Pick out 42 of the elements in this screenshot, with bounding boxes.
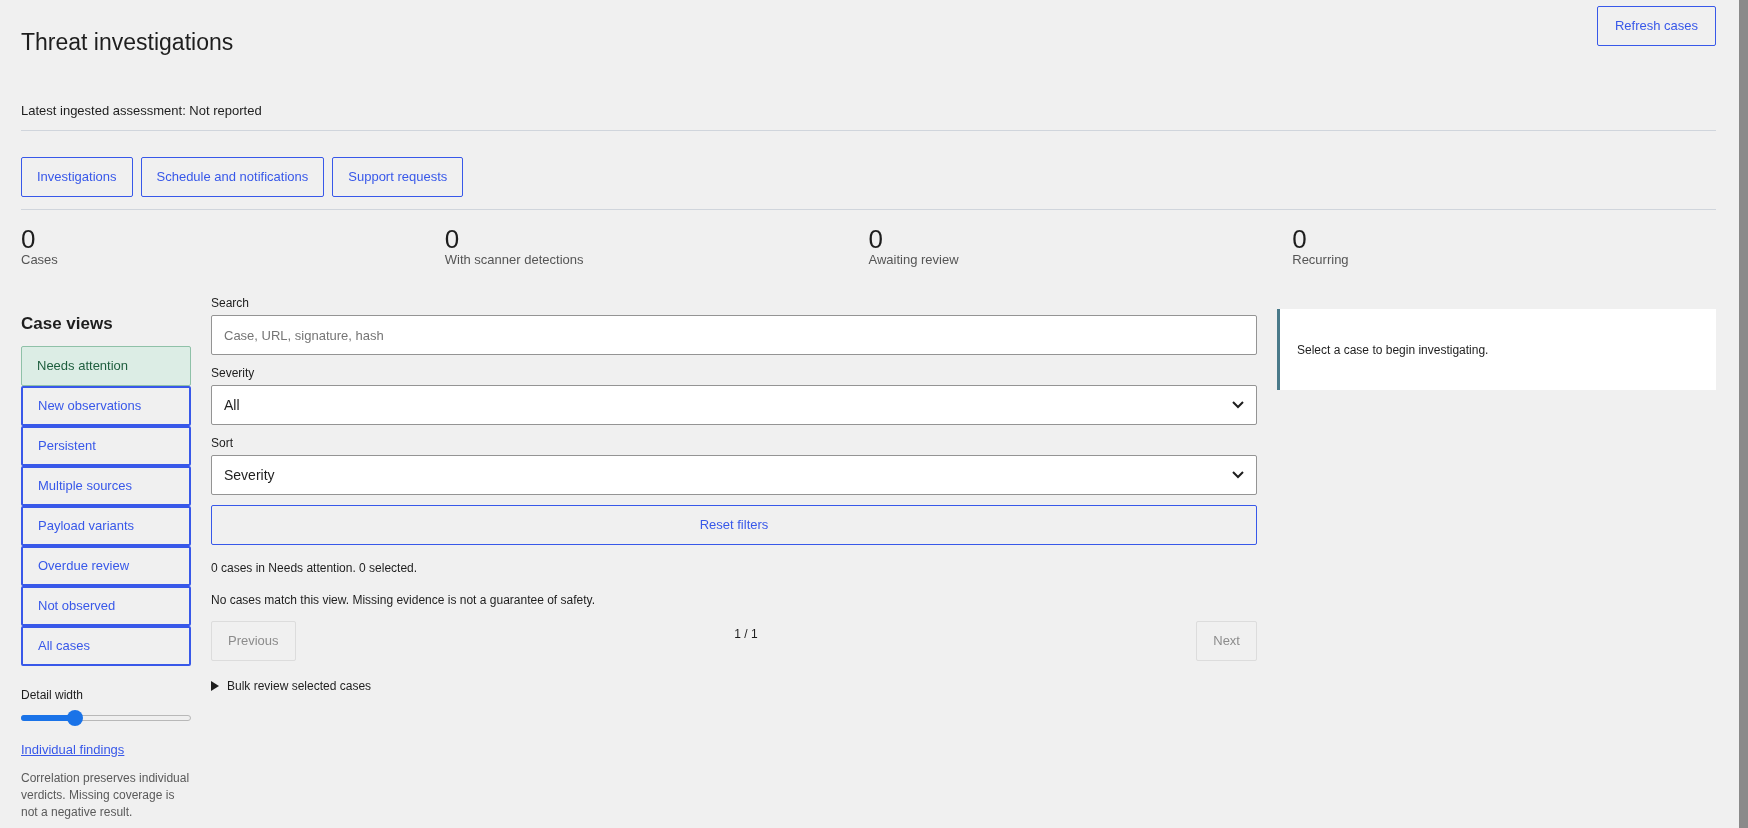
chevron-down-icon xyxy=(1232,401,1244,409)
sidebar-heading: Case views xyxy=(21,313,114,335)
page-title: Threat investigations xyxy=(21,28,234,57)
bulk-review-toggle[interactable]: Bulk review selected cases xyxy=(211,677,372,695)
assessment-status: Latest ingested assessment: Not reported xyxy=(21,102,263,120)
detail-width-slider[interactable] xyxy=(21,710,191,726)
detail-placeholder-text: Select a case to begin investigating. xyxy=(1297,341,1489,359)
individual-findings-link[interactable]: Individual findings xyxy=(21,740,191,760)
search-field[interactable]: Case, URL, signature, hash xyxy=(211,315,1257,355)
case-view-tab[interactable]: Multiple sources xyxy=(21,466,191,506)
chevron-down-icon xyxy=(1232,471,1244,479)
case-view-tab[interactable]: Payload variants xyxy=(21,506,191,546)
stat-label: With scanner detections xyxy=(444,252,584,268)
case-view-tab[interactable]: Not observed xyxy=(21,586,191,626)
refresh-button[interactable]: Refresh cases xyxy=(1596,6,1716,46)
case-view-tab[interactable]: All cases xyxy=(21,626,191,666)
case-view-tab[interactable]: Needs attention xyxy=(21,346,191,386)
case-view-tab[interactable]: Persistent xyxy=(21,426,191,466)
stat-value: 0 xyxy=(21,226,36,252)
stat-label: Cases xyxy=(21,252,58,268)
search-label: Search xyxy=(211,295,251,311)
stat-label: Awaiting review xyxy=(868,252,959,268)
case-view-tab[interactable]: New observations xyxy=(21,386,191,426)
page-indicator: 1 / 1 xyxy=(734,626,758,643)
nav-button[interactable]: Support requests xyxy=(332,157,464,197)
scrollbar[interactable] xyxy=(1739,0,1748,828)
stat-value: 0 xyxy=(868,226,883,252)
results-summary: 0 cases in Needs attention. 0 selected. xyxy=(211,560,419,577)
stat-label: Recurring xyxy=(1292,252,1349,268)
stat-value: 0 xyxy=(444,226,460,252)
sort-label: Sort xyxy=(211,435,234,451)
nav-button[interactable]: Investigations xyxy=(21,157,133,197)
reset-filters-button[interactable]: Reset filters xyxy=(211,505,1257,545)
filter-dropdown[interactable]: Severity xyxy=(211,455,1257,495)
coverage-note: Correlation preserves individual verdicts. Missing coverage is not a negative result. xyxy=(21,769,191,821)
stat-value: 0 xyxy=(1292,226,1307,252)
case-view-tab[interactable]: Overdue review xyxy=(21,546,191,586)
empty-message: No cases match this view. Missing evidence is not a guarantee of safety. xyxy=(211,592,596,609)
nav-button[interactable]: Schedule and notifications xyxy=(140,157,325,197)
filter-dropdown[interactable]: All xyxy=(211,385,1257,425)
slider-label: Detail width xyxy=(21,687,85,704)
severity-label: Severity xyxy=(211,365,256,381)
